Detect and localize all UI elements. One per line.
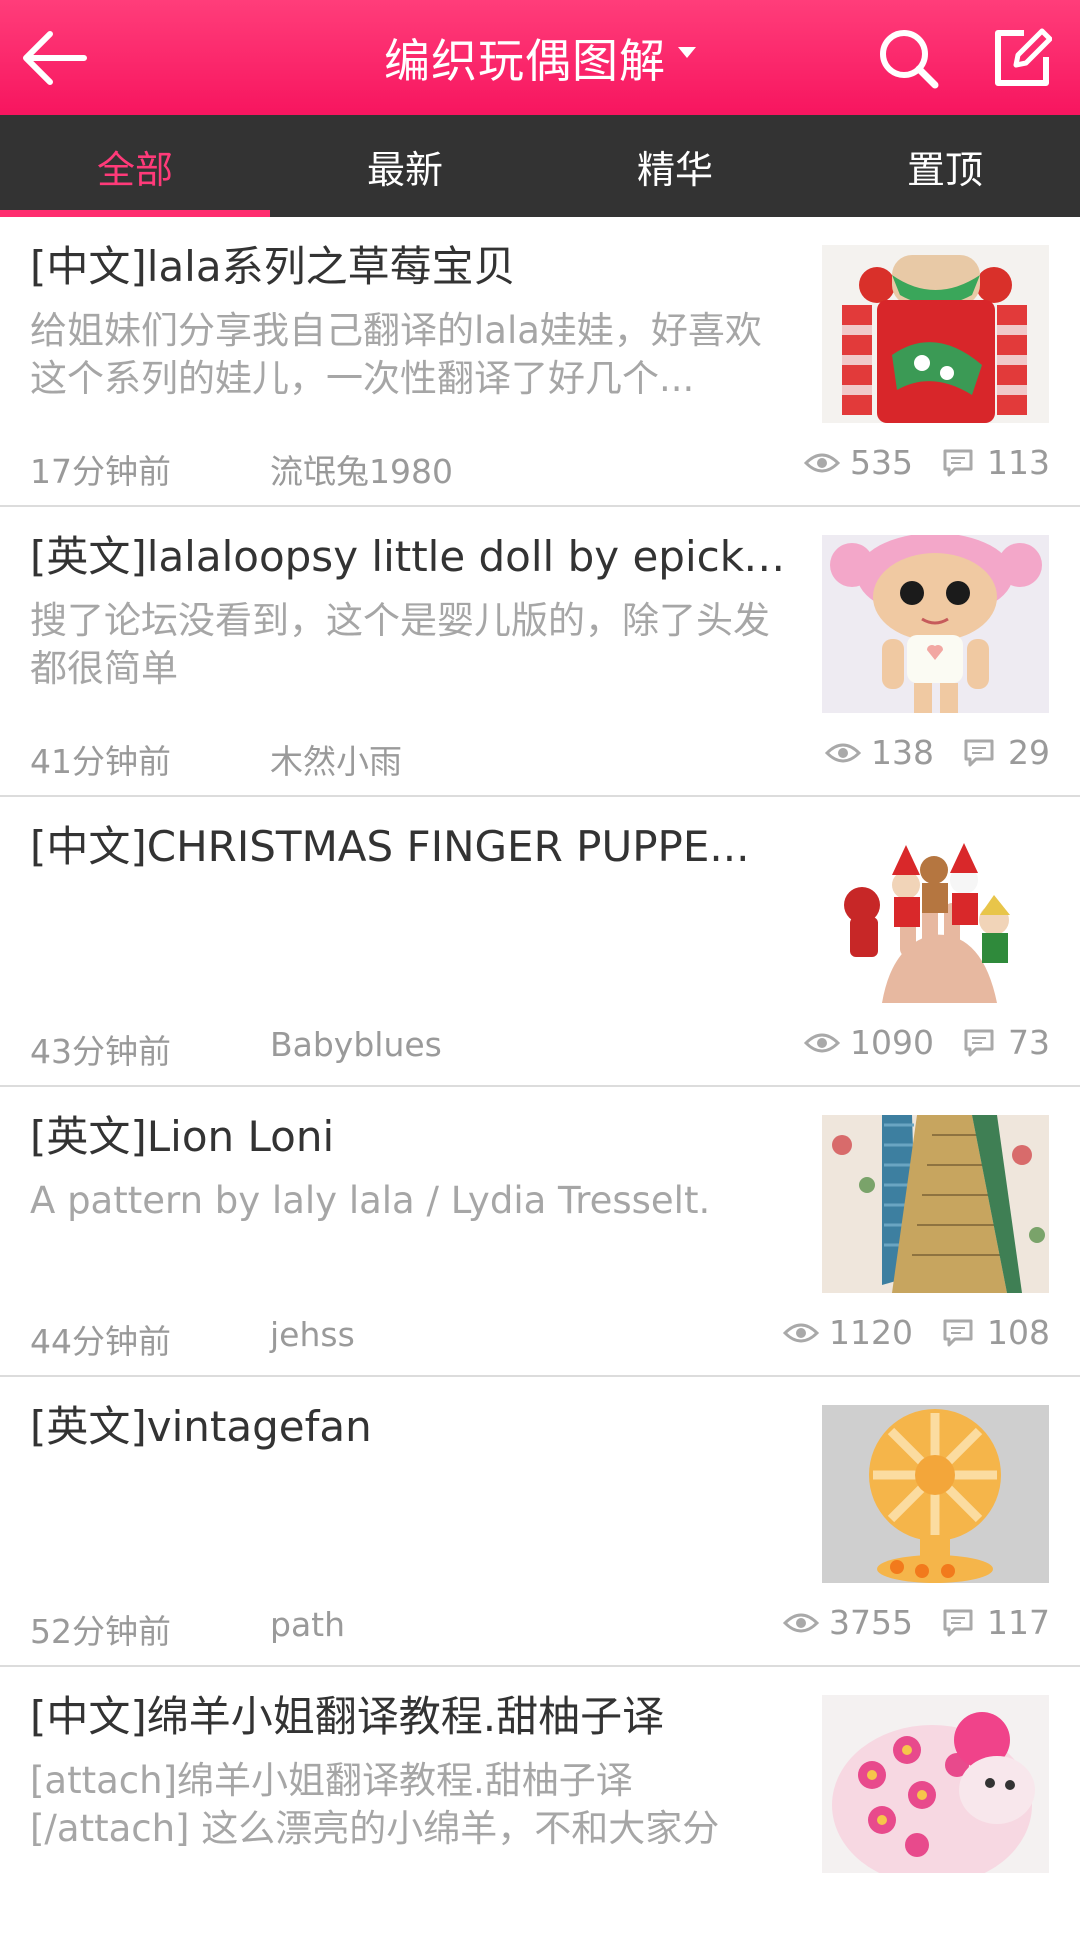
post-title: [英文]lalaloopsy little doll by epicka... <box>30 532 805 581</box>
post-title: [中文]lala系列之草莓宝贝 <box>30 242 516 291</box>
post-title: [中文]绵羊小姐翻译教程.甜柚子译 <box>30 1692 665 1741</box>
post-thumbnail <box>822 1695 1049 1873</box>
post-stats: 535 113 <box>804 443 1050 482</box>
post-item[interactable]: [中文]CHRISTMAS FINGER PUPPE... 43分钟前 Baby… <box>0 797 1080 1087</box>
comment-count: 108 <box>987 1313 1050 1352</box>
post-item[interactable]: [中文]lala系列之草莓宝贝 给姐妹们分享我自己翻译的lala娃娃，好喜欢这个… <box>0 217 1080 507</box>
post-time: 41分钟前 <box>30 742 171 781</box>
post-author[interactable]: 木然小雨 <box>270 735 402 783</box>
eye-icon <box>804 1033 841 1052</box>
post-stats: 1120 108 <box>783 1313 1050 1352</box>
post-item[interactable]: [中文]绵羊小姐翻译教程.甜柚子译 [attach]绵羊小姐翻译教程.甜柚子译[… <box>0 1667 1080 1957</box>
post-title: [英文]Lion Loni <box>30 1112 335 1161</box>
post-title: [中文]CHRISTMAS FINGER PUPPE... <box>30 822 750 871</box>
post-time: 52分钟前 <box>30 1612 171 1651</box>
post-stats: 138 29 <box>825 733 1050 772</box>
view-count: 3755 <box>829 1603 913 1642</box>
post-thumbnail <box>822 245 1049 423</box>
comment-count: 117 <box>987 1603 1050 1642</box>
post-thumbnail <box>822 535 1049 713</box>
caret-down-icon <box>678 47 696 58</box>
post-stats: 1090 73 <box>804 1023 1050 1062</box>
comment-icon <box>964 739 994 766</box>
eye-icon <box>825 743 861 762</box>
view-count: 138 <box>871 733 934 772</box>
post-author[interactable]: path <box>270 1605 345 1644</box>
page-title: 编织玩偶图解 <box>384 33 666 88</box>
comment-count: 29 <box>1008 733 1050 772</box>
post-item[interactable]: [英文]lalaloopsy little doll by epicka... … <box>0 507 1080 797</box>
eye-icon <box>804 453 840 472</box>
view-count: 1120 <box>829 1313 913 1352</box>
post-thumbnail <box>822 825 1049 1003</box>
post-author[interactable]: jehss <box>270 1315 355 1354</box>
post-title: [英文]vintagefan <box>30 1402 372 1451</box>
comment-icon <box>943 449 973 476</box>
search-button[interactable] <box>872 22 944 94</box>
post-time: 44分钟前 <box>30 1322 171 1361</box>
eye-icon <box>783 1613 820 1632</box>
post-time: 17分钟前 <box>30 452 171 491</box>
post-item[interactable]: [英文]Lion Loni A pattern by laly lala / L… <box>0 1087 1080 1377</box>
post-time: 43分钟前 <box>30 1032 171 1071</box>
eye-icon <box>783 1323 820 1342</box>
comment-icon <box>964 1029 994 1056</box>
edit-icon <box>995 28 1052 86</box>
tab-latest[interactable]: 最新 <box>270 115 540 217</box>
tab-bar: 全部 最新 精华 置顶 <box>0 115 1080 217</box>
comment-icon <box>943 1609 973 1636</box>
comment-count: 113 <box>987 443 1050 482</box>
post-excerpt: [attach]绵羊小姐翻译教程.甜柚子译[/attach] 这么漂亮的小绵羊，… <box>30 1759 720 1850</box>
top-app-bar: 编织玩偶图解 <box>0 0 1080 115</box>
tab-pinned[interactable]: 置顶 <box>810 115 1080 217</box>
compose-button[interactable] <box>985 22 1057 94</box>
comment-icon <box>943 1319 973 1346</box>
comment-count: 73 <box>1008 1023 1050 1062</box>
post-excerpt: 搜了论坛没看到，这个是婴儿版的，除了头发都很简单 <box>30 599 770 690</box>
post-list: [中文]lala系列之草莓宝贝 给姐妹们分享我自己翻译的lala娃娃，好喜欢这个… <box>0 217 1080 1957</box>
tab-all[interactable]: 全部 <box>0 115 270 217</box>
post-author[interactable]: 流氓兔1980 <box>270 445 453 493</box>
view-count: 1090 <box>850 1023 934 1062</box>
search-icon <box>880 30 939 89</box>
post-excerpt: A pattern by laly lala / Lydia Tresselt. <box>30 1179 711 1222</box>
view-count: 535 <box>850 443 913 482</box>
post-item[interactable]: [英文]vintagefan 52分钟前 path 3755 117 <box>0 1377 1080 1667</box>
post-author[interactable]: Babyblues <box>270 1025 442 1064</box>
tab-featured[interactable]: 精华 <box>540 115 810 217</box>
post-thumbnail <box>822 1405 1049 1583</box>
post-thumbnail <box>822 1115 1049 1293</box>
post-stats: 3755 117 <box>783 1603 1050 1642</box>
post-excerpt: 给姐妹们分享我自己翻译的lala娃娃，好喜欢这个系列的娃儿，一次性翻译了好几个.… <box>30 309 762 400</box>
